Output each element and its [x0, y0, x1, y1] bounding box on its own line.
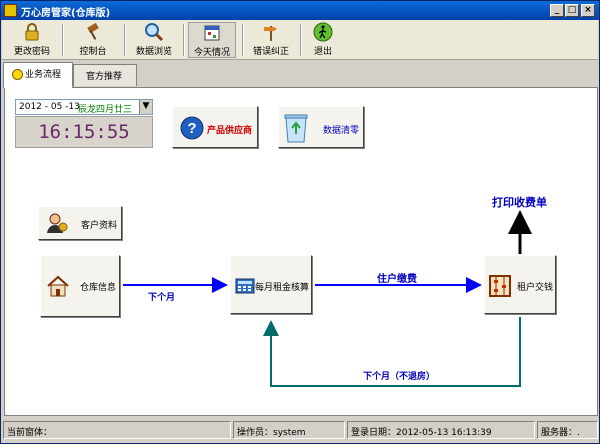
toolbar-separator: [62, 24, 64, 56]
status-bar: 当前窗体： 操作员：system 登录日期：2012-05-13 16:13:3…: [2, 417, 599, 443]
calendar-icon: [204, 25, 220, 41]
tab-strip: 业务流程 官方推荐: [2, 61, 598, 88]
flow-diagram: [123, 210, 532, 387]
signpost-icon: [264, 26, 277, 41]
toolbar-separator: [183, 24, 185, 56]
data-browse-button[interactable]: 数据浏览: [129, 22, 179, 58]
toolbar-label: 控制台: [79, 47, 107, 57]
toolbar-label: 数据浏览: [135, 47, 172, 57]
toolbar-label: 错误纠正: [252, 47, 289, 57]
maximize-button[interactable]: □: [565, 4, 579, 17]
toolbar-label: 今天情况: [193, 48, 230, 58]
exit-button[interactable]: 退出: [306, 22, 340, 58]
magnifier-icon: [145, 23, 164, 42]
toolbar-separator: [242, 24, 244, 56]
close-button[interactable]: ×: [581, 4, 595, 17]
tab-business-flow[interactable]: 业务流程: [3, 62, 73, 88]
walking-man-icon: [313, 22, 333, 42]
status-login-date: 登录日期：2012-05-13 16:13:39: [347, 421, 535, 439]
status-operator: 操作员：system: [233, 421, 345, 439]
status-server: 服务器：.: [537, 421, 598, 439]
lock-icon: [25, 23, 39, 41]
toolbar-separator: [300, 24, 302, 56]
status-current-window: 当前窗体：: [3, 421, 231, 439]
change-password-button[interactable]: 更改密码: [6, 22, 58, 58]
minimize-button[interactable]: _: [550, 4, 564, 17]
next-month-no-checkout-label: 下个月（不退房）: [363, 372, 436, 382]
toolbar-label: 退出: [313, 47, 332, 57]
toolbar-label: 更改密码: [13, 47, 50, 57]
today-status-button[interactable]: 今天情况: [188, 22, 236, 58]
tenant-pay-flow-label: 住户缴费: [377, 274, 417, 285]
console-button[interactable]: 控制台: [68, 22, 118, 58]
main-window: 万心房管家(仓库版) _ □ × 更改密码 控制台 数据浏览 今天情况 错误纠正: [0, 0, 600, 444]
app-icon: [4, 4, 17, 17]
gavel-icon: [87, 22, 99, 40]
error-correction-button[interactable]: 错误纠正: [246, 22, 296, 58]
toolbar-separator: [124, 24, 126, 56]
business-flow-panel: 2012 - 05 -13 辰龙四月廿三 ▼ 16:15:55 ? 产品供应商 …: [4, 87, 598, 416]
window-title: 万心房管家(仓库版): [21, 8, 111, 19]
tab-label: 官方推荐: [86, 72, 123, 82]
toolbar: 更改密码 控制台 数据浏览 今天情况 错误纠正 退出: [2, 20, 598, 60]
tab-label: 业务流程: [25, 70, 62, 80]
smiley-icon: [12, 69, 23, 80]
print-receipt-label: 打印收费单: [492, 196, 547, 209]
title-bar[interactable]: 万心房管家(仓库版) _ □ ×: [1, 1, 599, 20]
tab-official-recommend[interactable]: 官方推荐: [73, 64, 137, 86]
next-month-label: 下个月: [148, 293, 176, 303]
